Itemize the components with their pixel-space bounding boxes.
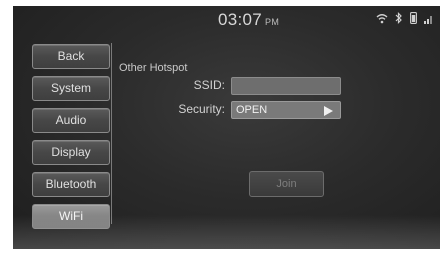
sidebar-item-wifi[interactable]: WiFi bbox=[32, 204, 110, 229]
join-button[interactable]: Join bbox=[249, 171, 324, 197]
sidebar-item-audio[interactable]: Audio bbox=[32, 108, 110, 133]
clock: 03:07 PM bbox=[218, 10, 279, 30]
back-button[interactable]: Back bbox=[32, 44, 110, 69]
ssid-label: SSID: bbox=[193, 78, 225, 92]
status-icons bbox=[376, 12, 434, 24]
wifi-icon bbox=[376, 13, 388, 24]
clock-time: 03:07 bbox=[218, 10, 263, 29]
play-arrow-icon bbox=[324, 105, 333, 121]
head-unit-screen: 03:07 PM Back System Audio Display Bluet… bbox=[13, 6, 440, 249]
bluetooth-icon bbox=[395, 12, 403, 24]
clock-ampm: PM bbox=[265, 17, 280, 27]
status-bar: 03:07 PM bbox=[13, 6, 440, 32]
security-select[interactable]: OPEN bbox=[231, 101, 341, 119]
ssid-input[interactable] bbox=[231, 77, 341, 95]
sidebar-item-system[interactable]: System bbox=[32, 76, 110, 101]
security-value: OPEN bbox=[236, 104, 268, 116]
signal-icon bbox=[424, 13, 434, 24]
security-label: Security: bbox=[178, 102, 225, 116]
sidebar-item-bluetooth[interactable]: Bluetooth bbox=[32, 172, 110, 197]
sidebar-divider bbox=[111, 43, 112, 224]
sidebar-item-display[interactable]: Display bbox=[32, 140, 110, 165]
section-title: Other Hotspot bbox=[119, 62, 188, 74]
phone-battery-icon bbox=[410, 12, 417, 24]
